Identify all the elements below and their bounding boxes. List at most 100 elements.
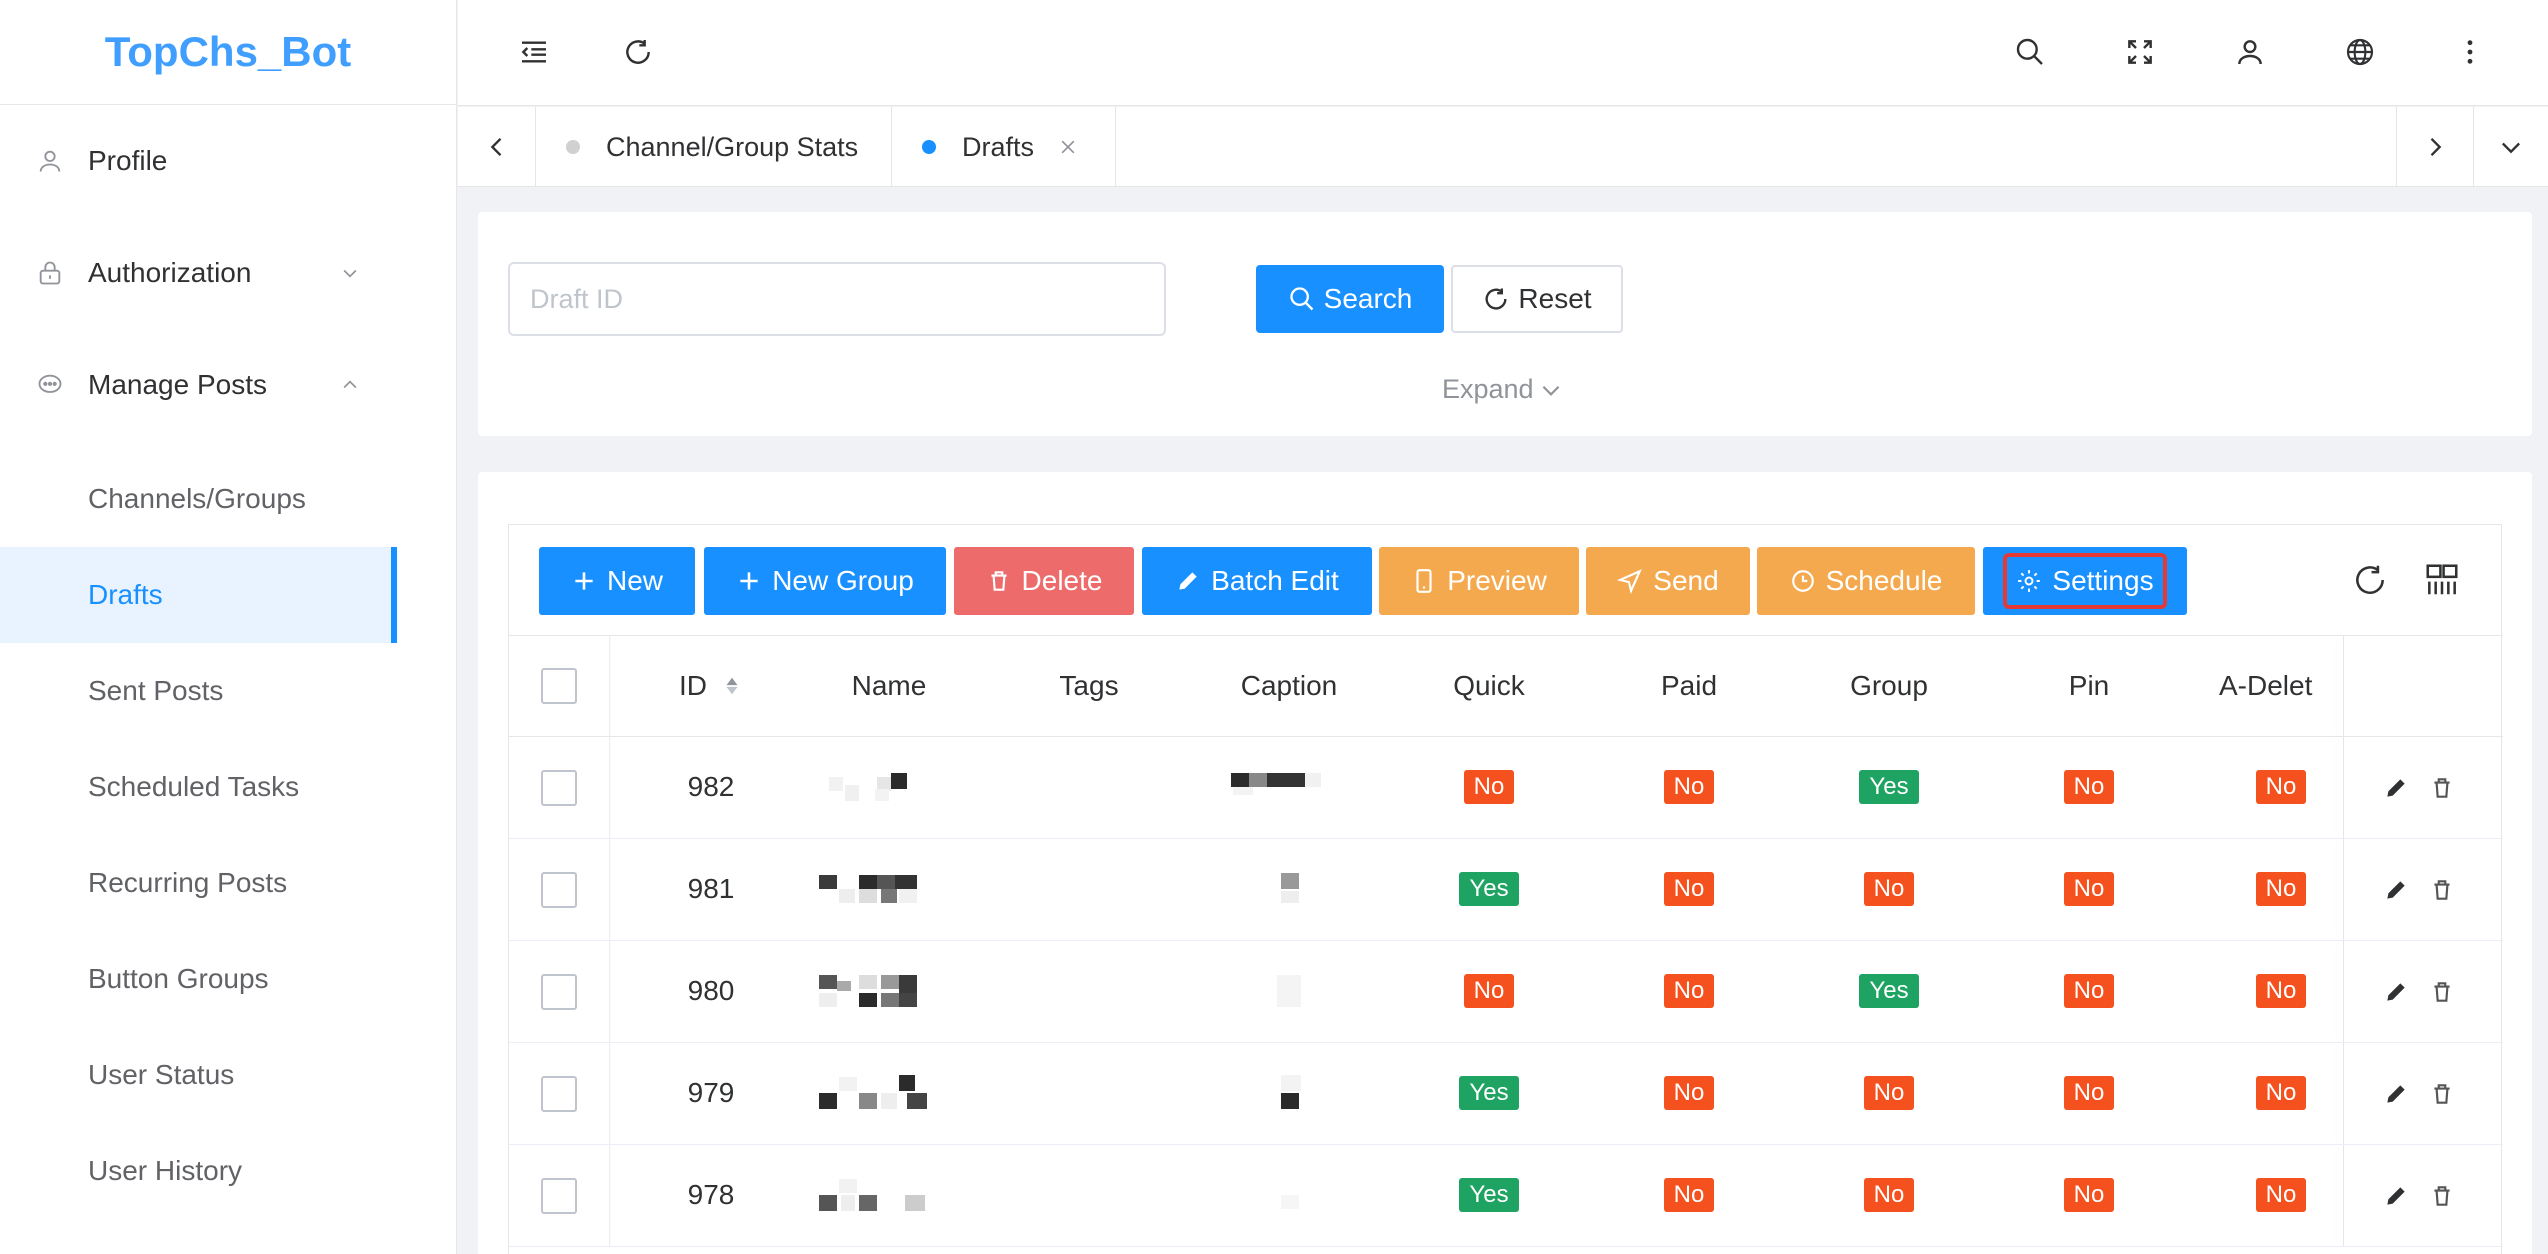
sidebar-item-channels-groups[interactable]: Channels/Groups bbox=[0, 451, 456, 547]
select-all-checkbox[interactable] bbox=[541, 668, 577, 704]
sidebar: TopChs_Bot Profile Authorization Manage … bbox=[0, 0, 457, 1254]
chevron-up-icon bbox=[343, 380, 357, 389]
cell-pin: No bbox=[2019, 941, 2159, 1041]
tab-channel-group-stats[interactable]: Channel/Group Stats bbox=[536, 107, 892, 187]
schedule-button-label: Schedule bbox=[1825, 565, 1943, 596]
delete-icon[interactable] bbox=[2429, 1081, 2455, 1107]
settings-button[interactable]: Settings bbox=[1983, 547, 2187, 615]
edit-icon[interactable] bbox=[2383, 877, 2409, 903]
cell-name-redacted bbox=[819, 1043, 959, 1143]
sidebar-item-manage-posts[interactable]: Manage Posts bbox=[0, 329, 456, 441]
new-group-button-label: New Group bbox=[772, 565, 914, 596]
tab-drafts[interactable]: Drafts bbox=[892, 107, 1116, 187]
language-button[interactable] bbox=[2334, 26, 2386, 78]
sidebar-item-user-history[interactable]: User History bbox=[0, 1123, 456, 1219]
row-checkbox[interactable] bbox=[541, 1177, 577, 1214]
collapse-menu-button[interactable] bbox=[508, 26, 560, 78]
trash-icon bbox=[990, 571, 1007, 591]
row-checkbox[interactable] bbox=[541, 973, 577, 1010]
preview-button[interactable]: Preview bbox=[1379, 547, 1579, 615]
fixed-column-divider bbox=[2343, 636, 2344, 736]
mobile-icon bbox=[1416, 569, 1432, 593]
cell-caption-redacted bbox=[1219, 839, 1359, 939]
new-group-button[interactable]: New Group bbox=[704, 547, 946, 615]
tab-menu-button[interactable] bbox=[2474, 107, 2548, 187]
delete-icon[interactable] bbox=[2429, 1183, 2455, 1209]
sidebar-item-drafts[interactable]: Drafts bbox=[0, 547, 397, 643]
status-badge: No bbox=[2255, 770, 2307, 804]
fixed-column-divider bbox=[609, 1145, 611, 1246]
status-badge: No bbox=[2255, 1076, 2307, 1110]
cell-quick: No bbox=[1419, 941, 1559, 1041]
search-button[interactable]: Search bbox=[1256, 265, 1444, 333]
new-button[interactable]: New bbox=[539, 547, 695, 615]
user-icon bbox=[2238, 40, 2262, 65]
expand-label: Expand bbox=[1442, 374, 1534, 404]
fullscreen-button[interactable] bbox=[2114, 26, 2166, 78]
tab-scroll-right-button[interactable] bbox=[2396, 107, 2474, 187]
refresh-icon bbox=[626, 40, 650, 64]
row-checkbox[interactable] bbox=[541, 1075, 577, 1112]
chevron-down-icon bbox=[343, 269, 357, 278]
column-header-quick: Quick bbox=[1453, 670, 1525, 701]
app-logo: TopChs_Bot bbox=[0, 0, 456, 105]
send-button[interactable]: Send bbox=[1586, 547, 1750, 615]
redacted-name-image bbox=[829, 773, 907, 801]
fixed-column-divider bbox=[2343, 941, 2344, 1042]
reload-table-button[interactable] bbox=[2347, 557, 2393, 603]
refresh-page-button[interactable] bbox=[612, 26, 664, 78]
menu-fold-icon bbox=[521, 41, 546, 63]
cell-name-redacted bbox=[819, 839, 959, 939]
batch-edit-button[interactable]: Batch Edit bbox=[1142, 547, 1372, 615]
user-icon bbox=[39, 150, 61, 172]
cell-group: No bbox=[1819, 839, 1959, 939]
user-menu-button[interactable] bbox=[2224, 26, 2276, 78]
sidebar-item-authorization[interactable]: Authorization bbox=[0, 217, 456, 329]
sidebar-item-scheduled-tasks[interactable]: Scheduled Tasks bbox=[0, 739, 456, 835]
sidebar-item-sent-posts[interactable]: Sent Posts bbox=[0, 643, 456, 739]
close-icon[interactable] bbox=[1058, 137, 1078, 157]
cell-a-delete: No bbox=[2219, 737, 2343, 837]
chevron-down-icon bbox=[1542, 385, 1559, 396]
draft-id-input[interactable] bbox=[508, 262, 1166, 336]
status-badge: Yes bbox=[1459, 1178, 1519, 1212]
column-settings-button[interactable] bbox=[2419, 557, 2465, 603]
fixed-column-divider bbox=[609, 737, 611, 838]
cell-pin: No bbox=[2019, 839, 2159, 939]
edit-icon[interactable] bbox=[2383, 1081, 2409, 1107]
refresh-icon bbox=[1485, 288, 1507, 310]
status-badge: No bbox=[1663, 1076, 1715, 1110]
cell-a-delete: No bbox=[2219, 941, 2343, 1041]
cell-quick: Yes bbox=[1419, 839, 1559, 939]
expand-toggle[interactable]: Expand bbox=[1442, 374, 1564, 405]
cell-id: 978 bbox=[687, 1179, 735, 1210]
sidebar-item-recurring-posts[interactable]: Recurring Posts bbox=[0, 835, 456, 931]
delete-button[interactable]: Delete bbox=[954, 547, 1134, 615]
edit-icon[interactable] bbox=[2383, 979, 2409, 1005]
reset-button[interactable]: Reset bbox=[1451, 265, 1623, 333]
delete-icon[interactable] bbox=[2429, 979, 2455, 1005]
top-header bbox=[458, 0, 2548, 106]
tab-scroll-left-button[interactable] bbox=[458, 107, 536, 187]
schedule-button[interactable]: Schedule bbox=[1757, 547, 1975, 615]
cell-caption-redacted bbox=[1219, 1145, 1359, 1245]
status-badge: No bbox=[2255, 1178, 2307, 1212]
redacted-name-image bbox=[819, 975, 917, 1007]
sidebar-item-user-status[interactable]: User Status bbox=[0, 1027, 456, 1123]
row-checkbox[interactable] bbox=[541, 871, 577, 908]
status-badge: No bbox=[1863, 1178, 1915, 1212]
delete-icon[interactable] bbox=[2429, 877, 2455, 903]
globe-icon bbox=[2346, 38, 2374, 66]
more-button[interactable] bbox=[2444, 26, 2496, 78]
edit-icon[interactable] bbox=[2383, 775, 2409, 801]
cell-paid: No bbox=[1619, 839, 1759, 939]
status-badge: No bbox=[1663, 872, 1715, 906]
sort-icon[interactable] bbox=[721, 673, 743, 699]
column-header-id[interactable]: ID bbox=[641, 636, 781, 736]
sidebar-item-profile[interactable]: Profile bbox=[0, 105, 456, 217]
edit-icon[interactable] bbox=[2383, 1183, 2409, 1209]
search-button[interactable] bbox=[2004, 26, 2056, 78]
delete-icon[interactable] bbox=[2429, 775, 2455, 801]
row-checkbox[interactable] bbox=[541, 769, 577, 806]
sidebar-item-button-groups[interactable]: Button Groups bbox=[0, 931, 456, 1027]
